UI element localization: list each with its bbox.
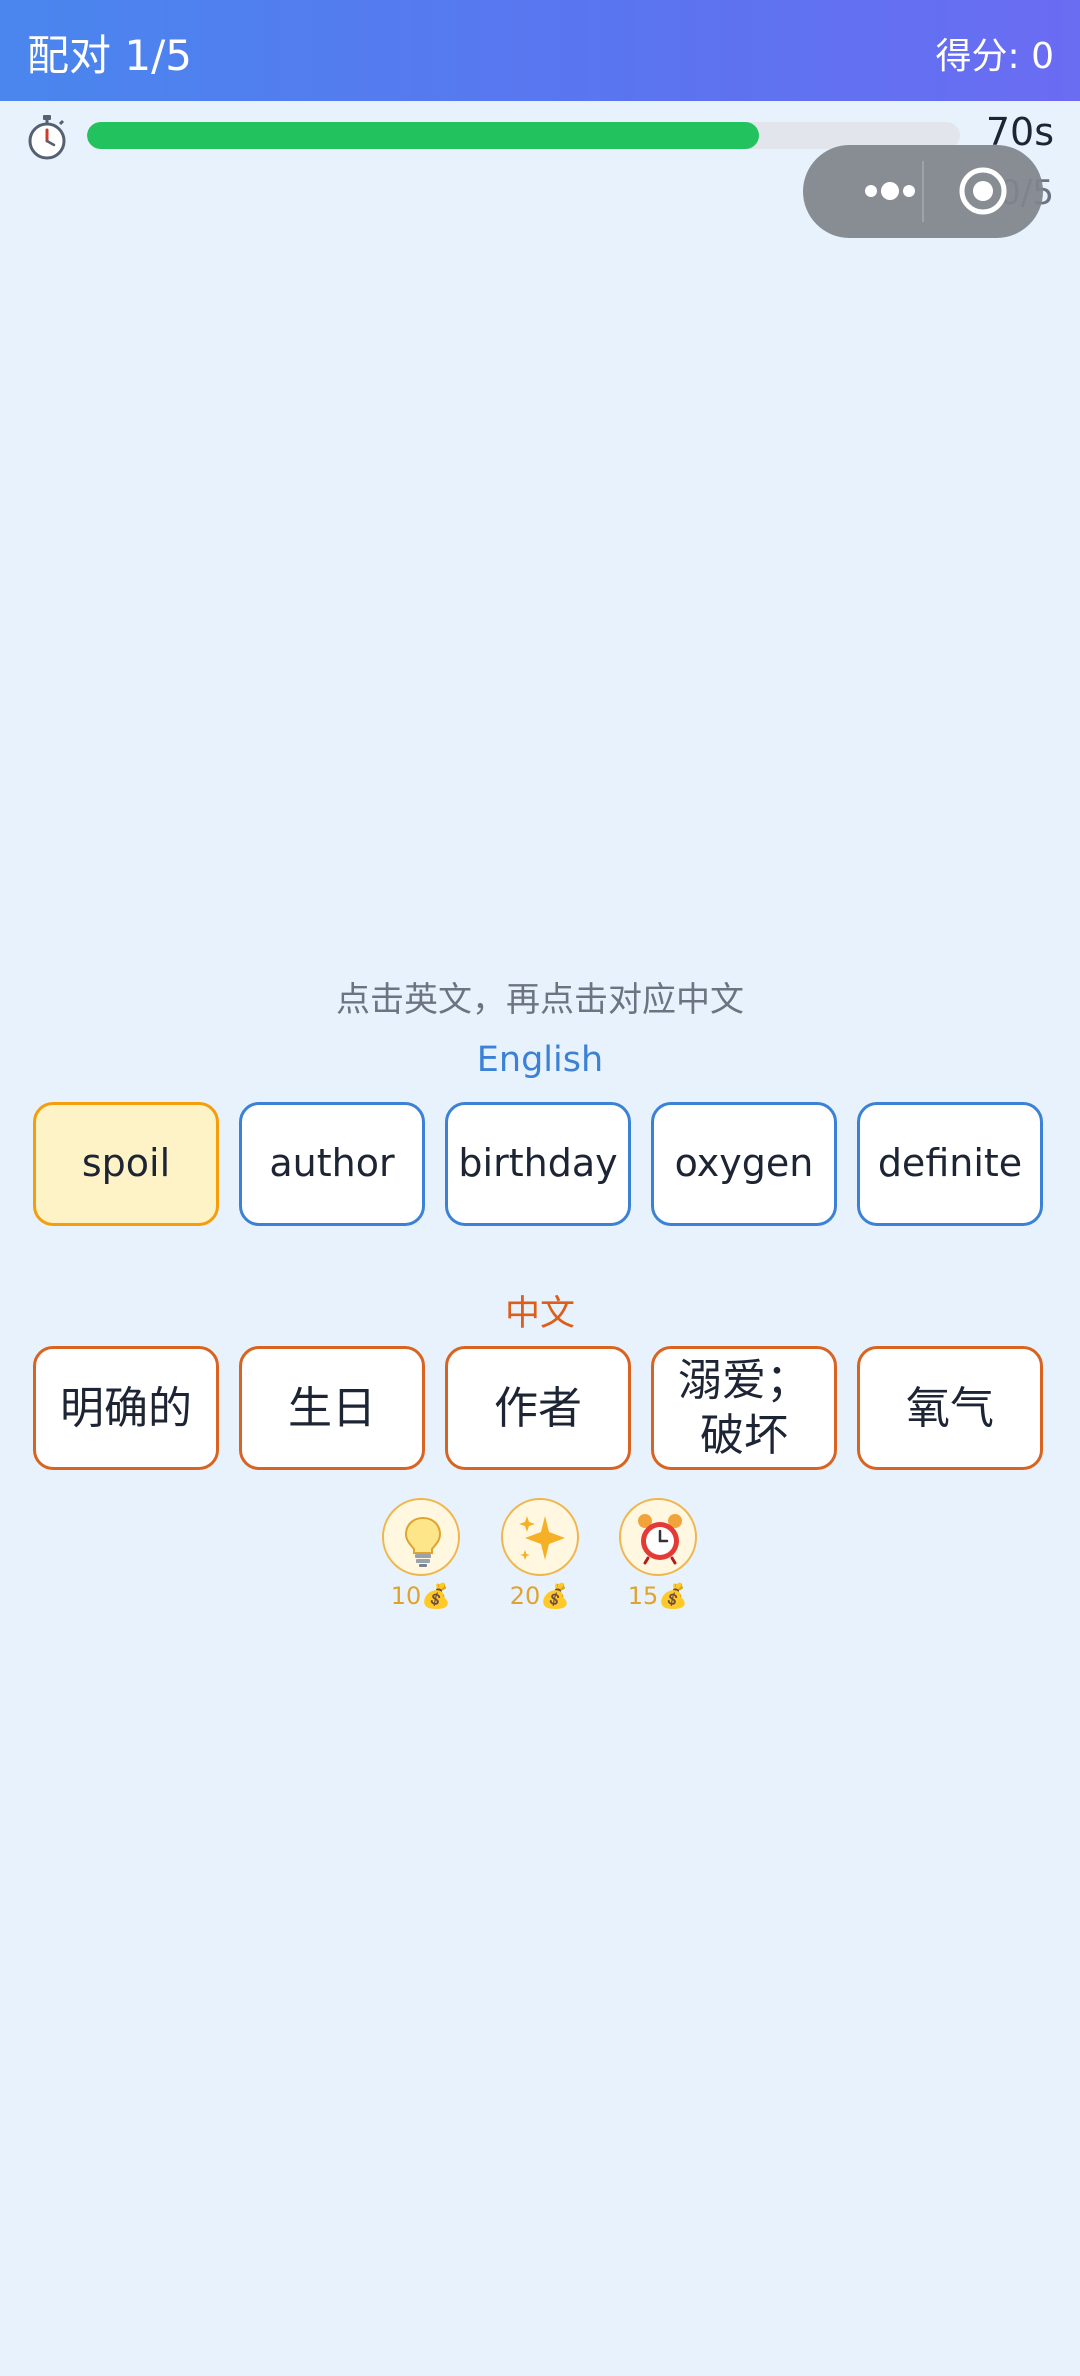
alarm-clock-icon [638,1514,682,1565]
lightbulb-icon [404,1516,442,1567]
time-tool-cost: 15💰 [627,1582,689,1610]
score-display: 得分: 0 [935,36,1054,77]
chinese-card[interactable]: 溺爱；破坏 [651,1346,837,1470]
english-card[interactable]: author [239,1102,425,1226]
chinese-card[interactable]: 作者 [445,1346,631,1470]
mini-program-capsule [803,145,1043,238]
capsule-divider [922,161,924,222]
english-card[interactable]: oxygen [651,1102,837,1226]
stopwatch-icon [28,115,66,160]
english-card[interactable]: spoil [33,1102,219,1226]
more-dots-icon[interactable] [833,145,953,238]
close-target-icon[interactable] [953,145,1043,238]
english-section-label: English [476,1040,604,1080]
time-tool-button[interactable] [619,1498,697,1576]
english-card[interactable]: definite [857,1102,1043,1226]
page-title: 配对 1/5 [27,31,192,80]
magic-tool-cost: 20💰 [509,1582,571,1610]
chinese-card[interactable]: 氧气 [857,1346,1043,1470]
sparkle-icon [519,1516,565,1560]
hint-tool-button[interactable] [382,1498,460,1576]
english-card[interactable]: birthday [445,1102,631,1226]
top-bar: 配对 1/5 得分: 0 [0,0,1080,101]
instruction-text: 点击英文，再点击对应中文 [336,980,744,1020]
time-progress-bar [87,122,960,149]
chinese-card[interactable]: 生日 [239,1346,425,1470]
time-progress-fill [87,122,760,149]
chinese-card[interactable]: 明确的 [33,1346,219,1470]
hint-tool-cost: 10💰 [390,1582,452,1610]
chinese-section-label: 中文 [504,1294,575,1334]
magic-tool-button[interactable] [501,1498,579,1576]
